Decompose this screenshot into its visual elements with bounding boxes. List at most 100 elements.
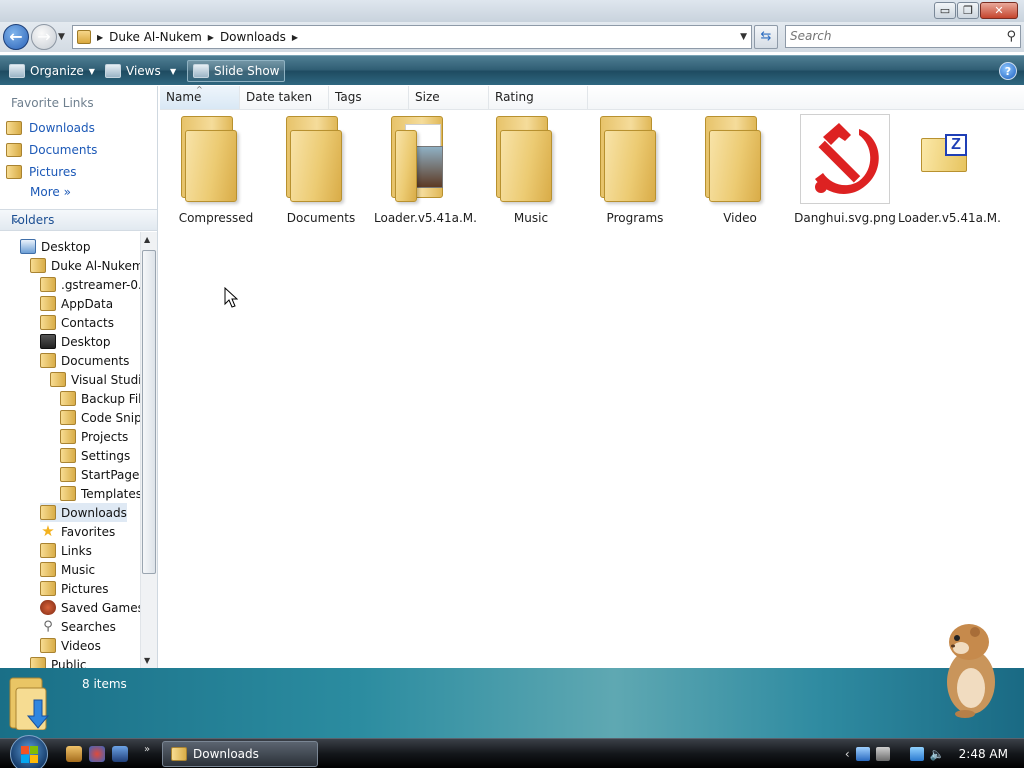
tree-item-label: Videos: [61, 638, 101, 653]
tree-item-saved-games[interactable]: Saved Games: [40, 598, 140, 617]
column-name[interactable]: ^ Name: [160, 85, 240, 109]
tray-expand-icon[interactable]: ‹: [845, 747, 850, 761]
address-bar[interactable]: ▶ Duke Al-Nukem ▶ Downloads ▶ ▼: [72, 25, 752, 49]
contacts-icon: [40, 315, 56, 330]
maximize-button[interactable]: ❐: [957, 2, 979, 19]
tree-scrollbar[interactable]: ▲ ▼: [140, 232, 157, 668]
tree-item-appdata[interactable]: AppData: [40, 294, 113, 313]
folder-icon: [496, 116, 556, 202]
icon-grid: Compressed Documents Loader.v5.41a.M... …: [160, 110, 1024, 230]
chevron-down-icon: ▼: [88, 66, 95, 76]
file-item[interactable]: Danghui.svg.png: [793, 110, 897, 230]
breadcrumb-downloads[interactable]: Downloads: [220, 30, 286, 44]
hammer-sickle-icon: [815, 123, 879, 194]
tray-connection-icon[interactable]: [909, 747, 924, 761]
tree-item-label: Backup Files: [81, 391, 140, 406]
more-link[interactable]: More »: [30, 185, 71, 199]
recent-pages-dropdown[interactable]: ▼: [58, 32, 68, 42]
mouse-cursor-icon: [224, 287, 238, 308]
file-item[interactable]: Compressed: [164, 110, 268, 230]
desktop-icon: [20, 239, 36, 254]
tree-item-favorites[interactable]: ★ Favorites: [40, 522, 115, 541]
file-item[interactable]: Music: [479, 110, 583, 230]
refresh-button[interactable]: ⇆: [754, 25, 778, 49]
back-button[interactable]: ←: [3, 24, 29, 50]
quick-launch-more[interactable]: »: [144, 744, 150, 755]
tree-item-projects[interactable]: Projects: [60, 427, 128, 446]
organize-button[interactable]: Organize ▼: [4, 60, 100, 82]
search-input[interactable]: [790, 29, 990, 43]
chevron-right-icon[interactable]: ▶: [208, 33, 214, 42]
views-dropdown[interactable]: ▼: [165, 60, 181, 82]
tree-item-videos[interactable]: Videos: [40, 636, 101, 655]
tree-item-pictures[interactable]: Pictures: [40, 579, 109, 598]
forward-button[interactable]: →: [31, 24, 57, 50]
folder-icon: [171, 747, 187, 761]
column-label: Tags: [335, 90, 362, 104]
pictures-folder-icon: [40, 581, 56, 596]
file-item-label: Loader.v5.41a.M...: [898, 211, 1002, 225]
file-item[interactable]: Video: [688, 110, 792, 230]
tree-item-gstreamer[interactable]: .gstreamer-0.10: [40, 275, 140, 294]
quick-launch-game-icon[interactable]: [66, 746, 82, 762]
breadcrumb-user[interactable]: Duke Al-Nukem: [109, 30, 202, 44]
folders-header[interactable]: Folders ⌄: [0, 209, 157, 231]
quick-launch-show-desktop-icon[interactable]: [112, 746, 128, 762]
address-dropdown[interactable]: ▼: [740, 32, 747, 42]
column-rating[interactable]: Rating: [489, 86, 588, 109]
tree-item-desktop-folder[interactable]: Desktop: [40, 332, 111, 351]
folder-tree: Desktop Duke Al-Nukem .gstreamer-0.10 Ap…: [0, 232, 140, 668]
clock[interactable]: 2:48 AM: [959, 747, 1008, 761]
tree-item-desktop[interactable]: Desktop: [20, 237, 91, 256]
minimize-button[interactable]: ▭: [934, 2, 956, 19]
tree-item-backup-files[interactable]: Backup Files: [60, 389, 140, 408]
tree-item-label: Projects: [81, 429, 129, 444]
scrollbar-thumb[interactable]: [142, 250, 156, 574]
views-button[interactable]: Views: [100, 60, 166, 82]
search-icon[interactable]: ⚲: [1006, 29, 1016, 44]
column-date-taken[interactable]: Date taken: [240, 86, 329, 109]
folder-icon: [60, 467, 76, 482]
file-item[interactable]: Z Loader.v5.41a.M...: [898, 110, 1002, 230]
tree-item-searches[interactable]: ⚲ Searches: [40, 617, 116, 636]
tree-item-templates[interactable]: Templates: [60, 484, 140, 503]
file-item[interactable]: Programs: [583, 110, 687, 230]
tree-item-contacts[interactable]: Contacts: [40, 313, 114, 332]
breadcrumb: ▶ Duke Al-Nukem ▶ Downloads ▶: [97, 30, 298, 44]
tree-item-downloads[interactable]: Downloads: [40, 503, 127, 522]
tree-item-user[interactable]: Duke Al-Nukem: [30, 256, 140, 275]
column-size[interactable]: Size: [409, 86, 489, 109]
favorite-link-documents[interactable]: Documents: [6, 140, 97, 160]
system-tray: ‹ 🔈 2:48 AM: [845, 739, 1024, 768]
tree-item-public[interactable]: Public: [30, 655, 87, 668]
taskbar-button-downloads[interactable]: Downloads: [162, 741, 318, 767]
quick-launch-browser-icon[interactable]: [89, 746, 105, 762]
tree-item-links[interactable]: Links: [40, 541, 92, 560]
command-bar: Organize ▼ Views ▼ Slide Show ?: [0, 55, 1024, 85]
file-item[interactable]: Documents: [269, 110, 373, 230]
tree-item-music[interactable]: Music: [40, 560, 95, 579]
close-button[interactable]: ✕: [980, 2, 1018, 19]
chevron-right-icon[interactable]: ▶: [97, 33, 103, 42]
tree-item-code-snippets[interactable]: Code Snippets: [60, 408, 140, 427]
scroll-up-arrow[interactable]: ▲: [144, 235, 150, 244]
favorite-link-downloads[interactable]: Downloads: [6, 118, 95, 138]
tree-item-visual-studio[interactable]: Visual Studio: [50, 370, 140, 389]
file-list: ^ Name Date taken Tags Size Rating Compre…: [160, 85, 1024, 668]
chevron-right-icon[interactable]: ▶: [292, 33, 298, 42]
favorite-link-pictures[interactable]: Pictures: [6, 162, 77, 182]
tree-item-startpages[interactable]: StartPages: [60, 465, 140, 484]
column-tags[interactable]: Tags: [329, 86, 409, 109]
folder-icon: [50, 372, 66, 387]
tray-network-icon[interactable]: [855, 747, 870, 761]
tree-item-settings[interactable]: Settings: [60, 446, 130, 465]
search-box[interactable]: ⚲: [785, 25, 1021, 48]
tree-item-documents[interactable]: Documents: [40, 351, 129, 370]
volume-icon[interactable]: 🔈: [930, 747, 945, 761]
scroll-down-arrow[interactable]: ▼: [144, 656, 150, 665]
start-button[interactable]: [10, 735, 48, 768]
tray-app-icon[interactable]: [875, 747, 890, 761]
file-item-label: Video: [723, 211, 757, 225]
help-button[interactable]: ?: [999, 62, 1017, 80]
file-item[interactable]: Loader.v5.41a.M...: [374, 110, 478, 230]
